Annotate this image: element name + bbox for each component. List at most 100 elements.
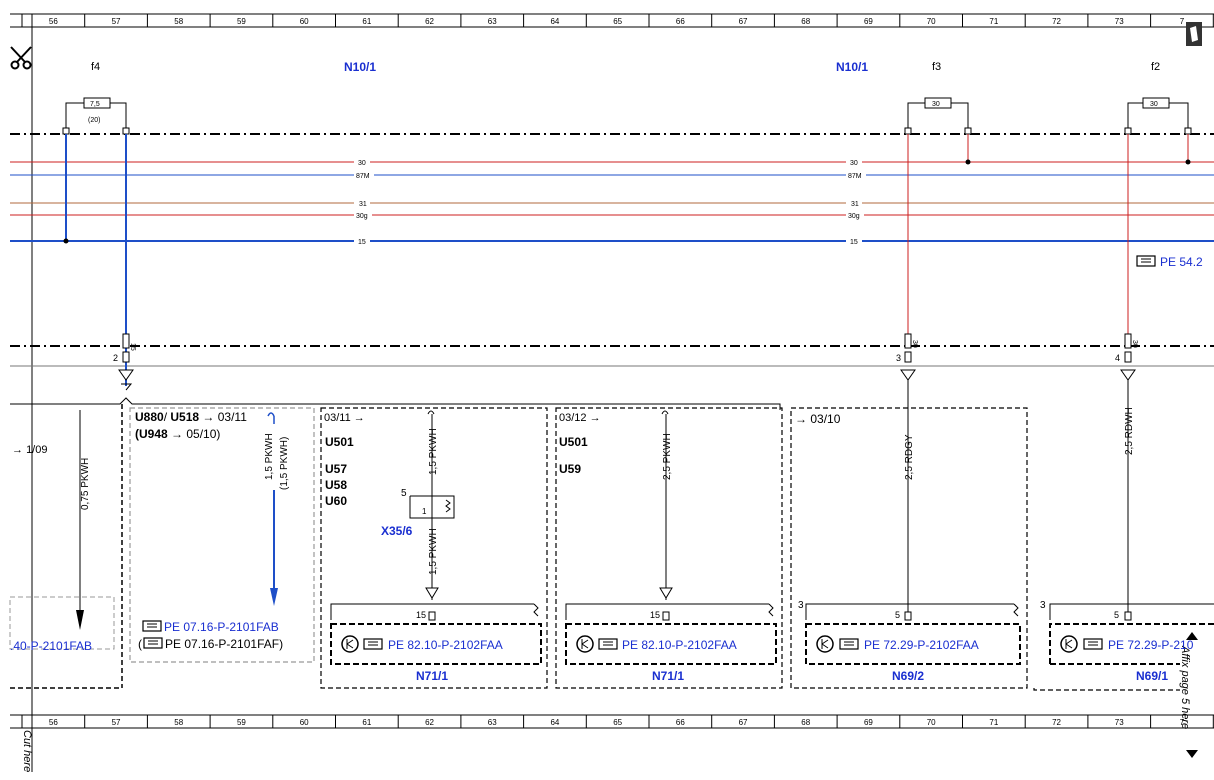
bus-label-15: 15 [358,239,366,246]
module-name: N69/1 [1136,669,1168,683]
connector-pin: 1 [422,507,427,516]
ruler-number: 62 [425,718,434,727]
ruler-number: 63 [488,718,497,727]
fuse-label: f3 [932,61,941,73]
ref-label: 03/11 → [324,412,365,424]
code-label: U58 [325,478,347,492]
connector-num: 3 [896,353,901,363]
connector-num: 4 [1115,353,1120,363]
section-n71-1-b: 03/12 → U501 U59 2,5 PKWH 15 PE 82.10-P-… [555,407,783,689]
connector-4: 30 4 [1115,333,1138,381]
pin-num: 3 [798,600,804,611]
ruler-number: 57 [112,17,121,26]
wire-label: 1,5 PKWH [428,428,439,475]
pe-ref-text: PE 54.2 [1160,255,1203,269]
bus-label-30: 30 [850,160,858,167]
ruler-number: 69 [864,718,873,727]
ruler-number: 7 [1180,17,1185,26]
bus-label-30g: 30g [848,213,860,220]
fuse-rating: 30 [932,101,940,108]
pe-ref-text[interactable]: PE 72.29-P-2102FAA [864,638,979,652]
pe-ref-text[interactable]: PE 82.10-P-2102FAA [622,638,737,652]
fuse-label: f4 [91,61,100,73]
pe-ref-text[interactable]: PE 82.10-P-2102FAA [388,638,503,652]
fuse-rating: 30 [1150,101,1158,108]
ruler-number: 56 [49,17,58,26]
ruler-number: 67 [739,718,748,727]
bus-labels-left: 30 87M 31 30g 15 [354,157,374,246]
top-ruler: 56 57 58 59 60 61 62 63 64 65 66 67 68 69 70 71 72 73 7 [10,13,1214,28]
pin-label: 5 [895,610,900,620]
ruler-number: 58 [174,718,183,727]
bus-label-87m: 87M [356,173,370,180]
hand-pointer-icon [143,637,163,649]
hand-pointer-icon [839,638,859,650]
hand-pointer-icon [363,638,383,650]
fuse-f4: f4 7,5 (20) [62,61,130,135]
wiring-diagram: 56 57 58 59 60 61 62 63 64 65 66 67 68 69 70 71 72 73 7 56… [9,13,1214,772]
wire-label: (1,5 PKWH) [279,437,290,490]
ruler-number: 73 [1115,17,1124,26]
module-name: N69/2 [892,669,924,683]
code-label: U59 [559,462,581,476]
module-name: N71/1 [652,669,684,683]
connector-pin: 15 [129,343,136,351]
section-n69-2: → 03/10 2,5 RDGY 3 5 PE 72.29-P-2102FAA … [790,380,1028,689]
bus-label-31: 31 [359,201,367,208]
ref-label: → 03/10 [795,412,841,426]
module-label-left: N10/1 [344,60,376,74]
ruler-number: 72 [1052,718,1061,727]
code-label: U501 [559,435,588,449]
connector-3: 30 3 [896,333,918,381]
wire-label: 2,5 PKWH [662,433,673,480]
vertical-wires [63,134,1191,386]
ref-label: 03/12 → [559,412,601,424]
bus-labels-right: 30 87M 31 30g 15 [846,157,866,246]
ruler-number: 64 [550,718,559,727]
pe-ref-text[interactable]: .40-P-2101FAB [10,639,92,653]
bus-label-15: 15 [850,239,858,246]
pe-ref-text[interactable]: PE 72.29-P-210 [1108,638,1194,652]
connector-pin: 30 [911,340,918,348]
connector-num: 2 [113,353,118,363]
ruler-number: 67 [739,17,748,26]
code-line-1: U880/ U518 → 03/11 [135,410,247,424]
ruler-number: 63 [488,17,497,26]
code-label: U501 [325,435,354,449]
ruler-number: 72 [1052,17,1061,26]
ruler-number: 58 [174,17,183,26]
wire-label: 1,5 PKWH [264,433,275,480]
bus-lines [10,161,1214,242]
ruler-number: 62 [425,17,434,26]
wire-label: 2,5 RDWH [1124,407,1135,455]
wire-label: 1,5 PKWH [428,528,439,575]
connector-label: X35/6 [381,524,413,538]
cut-here-label: Cut here [21,730,33,772]
bus-label-31: 31 [851,201,859,208]
code-line-2: (U948 → 05/10) [135,427,220,441]
ruler-number: 66 [676,718,685,727]
connector-2: 15 2 [113,333,136,391]
transistor-icon [341,635,359,653]
bus-label-30: 30 [358,160,366,167]
paren-open: ( [138,637,142,651]
ruler-number: 71 [989,17,998,26]
ruler-number: 65 [613,17,622,26]
pe-ref-text[interactable]: PE 07.16-P-2101FAB [164,620,279,634]
wire-label: 0,75 PKWH [80,458,91,510]
hand-pointer-icon [598,638,618,650]
hand-pointer-icon [142,620,162,632]
ruler-number: 73 [1115,718,1124,727]
ruler-number: 59 [237,718,246,727]
bus-label-87m: 87M [848,173,862,180]
pe-ref-54[interactable]: PE 54.2 [1136,255,1203,269]
section-n69-1: 2,5 RDWH 3 5 PE 72.29-P-210 N69/1 [1033,380,1214,691]
pe-ref-text[interactable]: PE 07.16-P-2101FAF) [165,637,283,651]
section-u880: U880/ U518 → 03/11 (U948 → 05/10) 1,5 PK… [129,407,315,663]
page-tab-icon [1186,22,1202,46]
module-name: N71/1 [416,669,448,683]
ruler-number: 57 [112,718,121,727]
triangle-down-icon [1186,750,1198,758]
pin-num: 3 [1040,600,1046,611]
hand-pointer-icon [1136,255,1156,267]
